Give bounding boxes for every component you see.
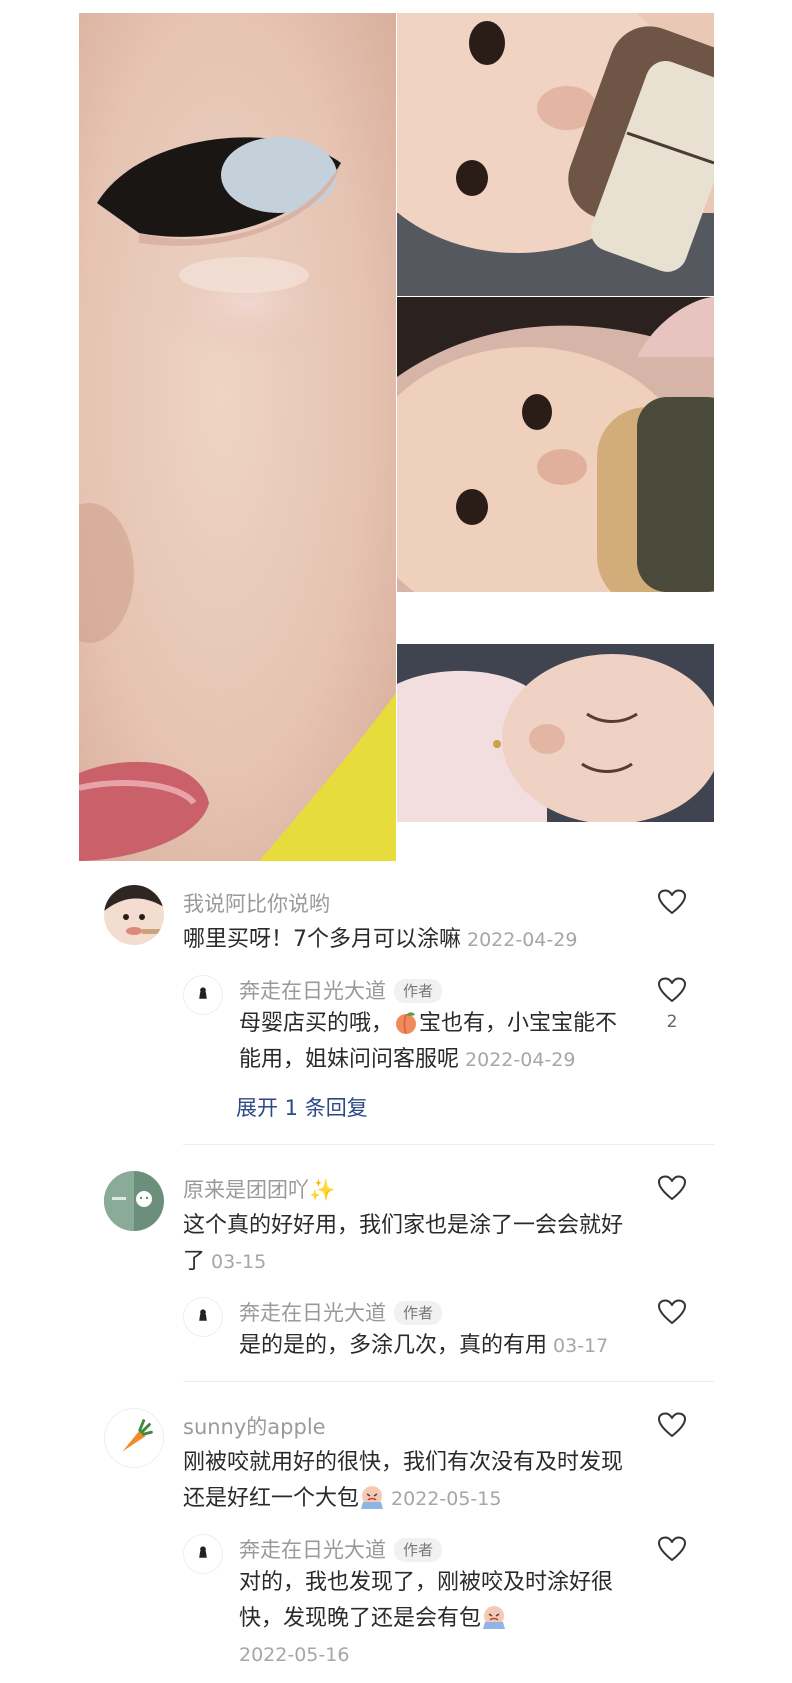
expand-replies-link[interactable]: 展开 1 条回复 [236,1092,368,1122]
crying-emoji [361,1486,384,1509]
heart-outline-icon[interactable] [658,977,686,1003]
photo-baby-sleeping[interactable] [397,644,714,822]
author-badge: 作者 [394,979,443,1003]
reply-username[interactable]: 奔走在日光大道 [239,979,386,1003]
peach-emoji [396,1012,417,1034]
avatar[interactable] [104,885,164,945]
reply-date: 2022-05-16 [239,1644,350,1666]
reply-body: 对的，我也发现了，刚被咬及时涂好很快，发现晚了还是会有包 [239,1570,614,1631]
avatar[interactable] [104,1408,164,1468]
reply-username-row: 奔走在日光大道 作者 [239,975,443,1005]
reply-body-part-1: 母婴店买的哦， [239,1011,394,1036]
crying-emoji [483,1606,506,1629]
heart-outline-icon[interactable] [658,1536,686,1562]
reply-username-row: 奔走在日光大道 作者 [239,1297,443,1327]
author-badge: 作者 [394,1301,443,1325]
comment-username[interactable]: 原来是团团吖✨ [183,1174,335,1204]
comment-username[interactable]: 我说阿比你说哟 [183,888,330,918]
author-badge: 作者 [394,1538,443,1562]
heart-outline-icon[interactable] [658,889,686,915]
author-avatar[interactable] [183,975,223,1015]
reply-text[interactable]: 对的，我也发现了，刚被咬及时涂好很快，发现晚了还是会有包 2022-05-16 [239,1565,639,1673]
reply-date: 2022-04-29 [465,1049,576,1071]
divider [183,1381,714,1382]
photo-collage [79,13,714,861]
reply-username-row: 奔走在日光大道 作者 [239,1534,443,1564]
comment-username[interactable]: sunny的apple [183,1411,326,1441]
photo-baby-bottle-2[interactable] [397,297,714,592]
like-count: 2 [666,1012,678,1032]
reply-text[interactable]: 是的是的，多涂几次，真的有用 03-17 [239,1328,639,1364]
reply-date: 03-17 [553,1335,609,1357]
divider [183,1144,714,1145]
photo-baby-bottle-1[interactable] [397,13,714,296]
comment-text[interactable]: 哪里买呀！7个多月可以涂嘛 2022-04-29 [183,922,633,958]
comment-text[interactable]: 这个真的好好用，我们家也是涂了一会会就好了 03-15 [183,1208,633,1280]
reply-text[interactable]: 母婴店买的哦， 宝也有，小宝宝能不能用，姐妹问问客服呢 2022-04-29 [239,1006,639,1078]
heart-outline-icon[interactable] [658,1175,686,1201]
photo-eye-closeup[interactable] [79,13,396,861]
reply-username[interactable]: 奔走在日光大道 [239,1301,386,1325]
author-avatar[interactable] [183,1534,223,1574]
comment-text[interactable]: 刚被咬就用好的很快，我们有次没有及时发现还是好红一个大包 2022-05-15 [183,1445,633,1517]
heart-outline-icon[interactable] [658,1412,686,1438]
comment-date: 03-15 [211,1251,267,1273]
reply-username[interactable]: 奔走在日光大道 [239,1538,386,1562]
avatar[interactable] [104,1171,164,1231]
author-avatar[interactable] [183,1297,223,1337]
reply-body: 是的是的，多涂几次，真的有用 [239,1333,548,1358]
comment-body: 哪里买呀！7个多月可以涂嘛 [183,927,461,952]
comment-date: 2022-05-15 [391,1488,502,1510]
comment-date: 2022-04-29 [467,929,578,951]
heart-outline-icon[interactable] [658,1299,686,1325]
